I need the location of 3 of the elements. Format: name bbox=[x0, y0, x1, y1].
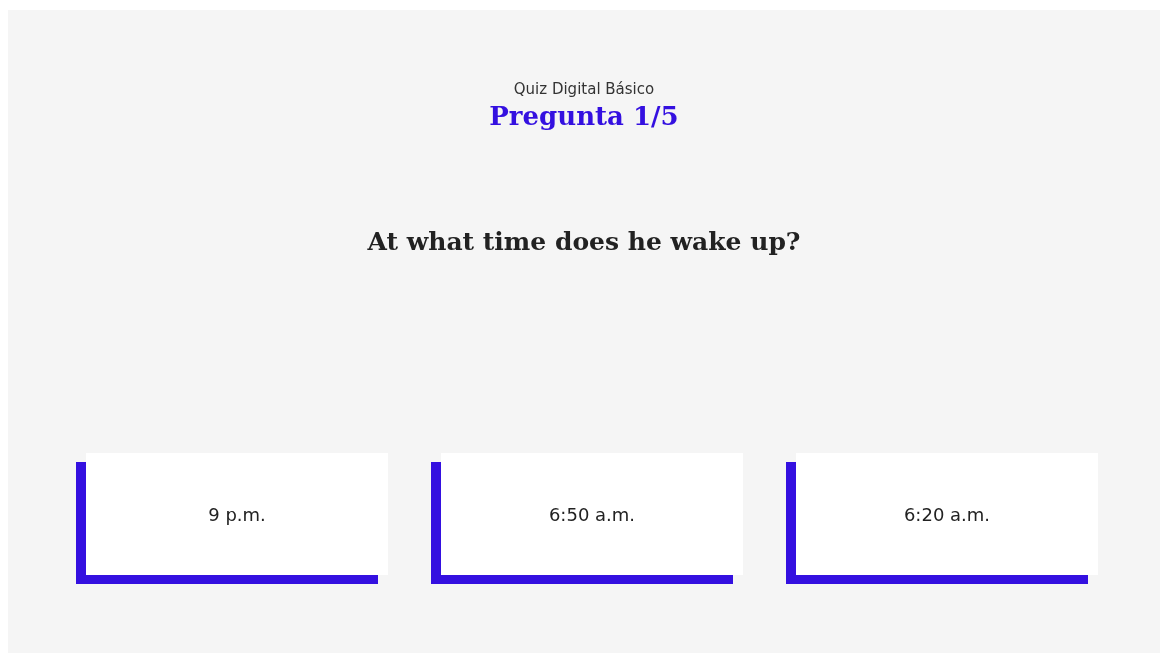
question-counter: Pregunta 1/5 bbox=[489, 100, 679, 133]
quiz-subtitle: Quiz Digital Básico bbox=[513, 79, 655, 99]
question-text: At what time does he wake up? bbox=[367, 226, 801, 258]
